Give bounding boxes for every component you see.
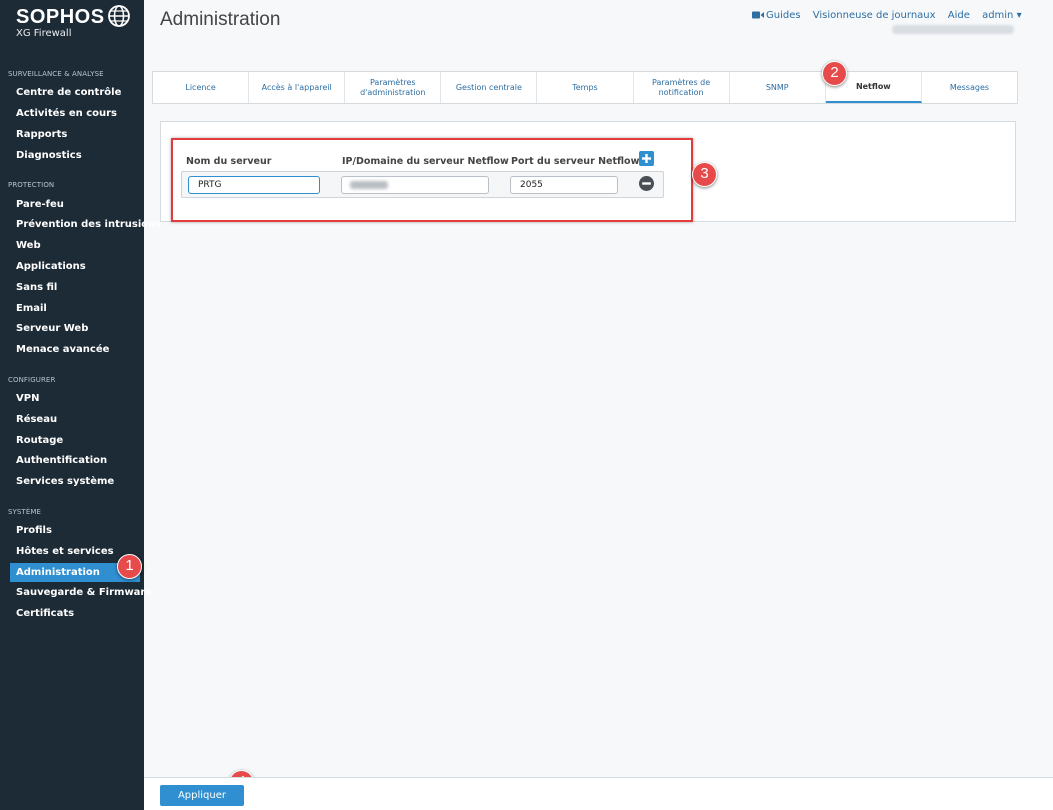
top-links: Guides Visionneuse de journaux Aide admi… — [752, 10, 1031, 21]
footer-bar — [144, 777, 1053, 810]
sidebar-item-profiles[interactable]: Profils — [10, 521, 140, 540]
server-port-input[interactable] — [510, 176, 618, 194]
tab-licence[interactable]: Licence — [153, 72, 250, 103]
tab-time[interactable]: Temps — [537, 72, 634, 103]
apply-button[interactable]: Appliquer — [160, 785, 244, 806]
sidebar-section-configure: CONFIGURER — [8, 376, 56, 384]
tab-notification-settings[interactable]: Paramètres de notification — [634, 72, 730, 103]
sidebar-item-vpn[interactable]: VPN — [10, 389, 140, 408]
sidebar-item-email[interactable]: Email — [10, 299, 140, 318]
sidebar-item-intrusion-prevention[interactable]: Prévention des intrusions — [10, 215, 161, 234]
sidebar-item-backup-firmware[interactable]: Sauvegarde & Firmware — [10, 583, 152, 602]
server-name-input[interactable] — [188, 176, 320, 194]
sidebar-item-applications[interactable]: Applications — [10, 257, 140, 276]
add-server-icon[interactable] — [639, 151, 654, 166]
sidebar-item-authentication[interactable]: Authentification — [10, 451, 140, 470]
step-marker-2: 2 — [822, 61, 847, 86]
tab-snmp[interactable]: SNMP — [730, 72, 826, 103]
brand: SOPHOS XG Firewall — [16, 6, 105, 39]
help-link[interactable]: Aide — [948, 10, 970, 21]
blurred-hostname — [892, 25, 1014, 34]
video-camera-icon — [752, 11, 764, 19]
sidebar-item-network[interactable]: Réseau — [10, 410, 140, 429]
sidebar-section-protection: PROTECTION — [8, 181, 55, 189]
sidebar-item-control-center[interactable]: Centre de contrôle — [10, 83, 140, 102]
sidebar-item-wireless[interactable]: Sans fil — [10, 278, 140, 297]
sidebar-item-web[interactable]: Web — [10, 236, 140, 255]
sidebar-item-current-activities[interactable]: Activités en cours — [10, 104, 140, 123]
admin-user-menu[interactable]: admin ▾ — [982, 10, 1022, 21]
step-marker-1: 1 — [117, 554, 142, 579]
remove-server-icon[interactable] — [639, 176, 654, 191]
column-header-server-name: Nom du serveur — [186, 156, 272, 167]
tab-central-management[interactable]: Gestion centrale — [441, 72, 538, 103]
sophos-globe-icon — [108, 5, 130, 27]
sidebar-section-system: SYSTÈME — [8, 508, 42, 516]
tab-admin-settings[interactable]: Paramètres d'administration — [345, 72, 442, 103]
sidebar-item-firewall[interactable]: Pare-feu — [10, 195, 140, 214]
guides-link[interactable]: Guides — [766, 10, 801, 21]
brand-subtitle: XG Firewall — [16, 28, 72, 39]
sidebar-section-monitor: SURVEILLANCE & ANALYSE — [8, 70, 104, 78]
column-header-server-ip: IP/Domaine du serveur Netflow — [342, 156, 509, 167]
sidebar-item-reports[interactable]: Rapports — [10, 125, 140, 144]
blurred-ip-value — [350, 181, 388, 189]
sidebar-item-routing[interactable]: Routage — [10, 431, 140, 450]
sidebar: SOPHOS XG Firewall SURVEILLANCE & ANALYS… — [0, 0, 161, 810]
sidebar-item-diagnostics[interactable]: Diagnostics — [10, 146, 140, 165]
column-header-server-port: Port du serveur Netflow — [511, 156, 640, 167]
sidebar-item-system-services[interactable]: Services système — [10, 472, 140, 491]
log-viewer-link[interactable]: Visionneuse de journaux — [813, 10, 936, 21]
step-marker-3: 3 — [692, 162, 717, 187]
sidebar-item-advanced-threat[interactable]: Menace avancée — [10, 340, 140, 359]
tab-messages[interactable]: Messages — [922, 72, 1017, 103]
tab-device-access[interactable]: Accès à l'appareil — [249, 72, 346, 103]
page-title: Administration — [160, 9, 281, 30]
tab-bar: Licence Accès à l'appareil Paramètres d'… — [152, 71, 1018, 104]
brand-name: SOPHOS — [16, 6, 105, 28]
sidebar-item-web-server[interactable]: Serveur Web — [10, 319, 140, 338]
sidebar-item-certificates[interactable]: Certificats — [10, 604, 140, 623]
